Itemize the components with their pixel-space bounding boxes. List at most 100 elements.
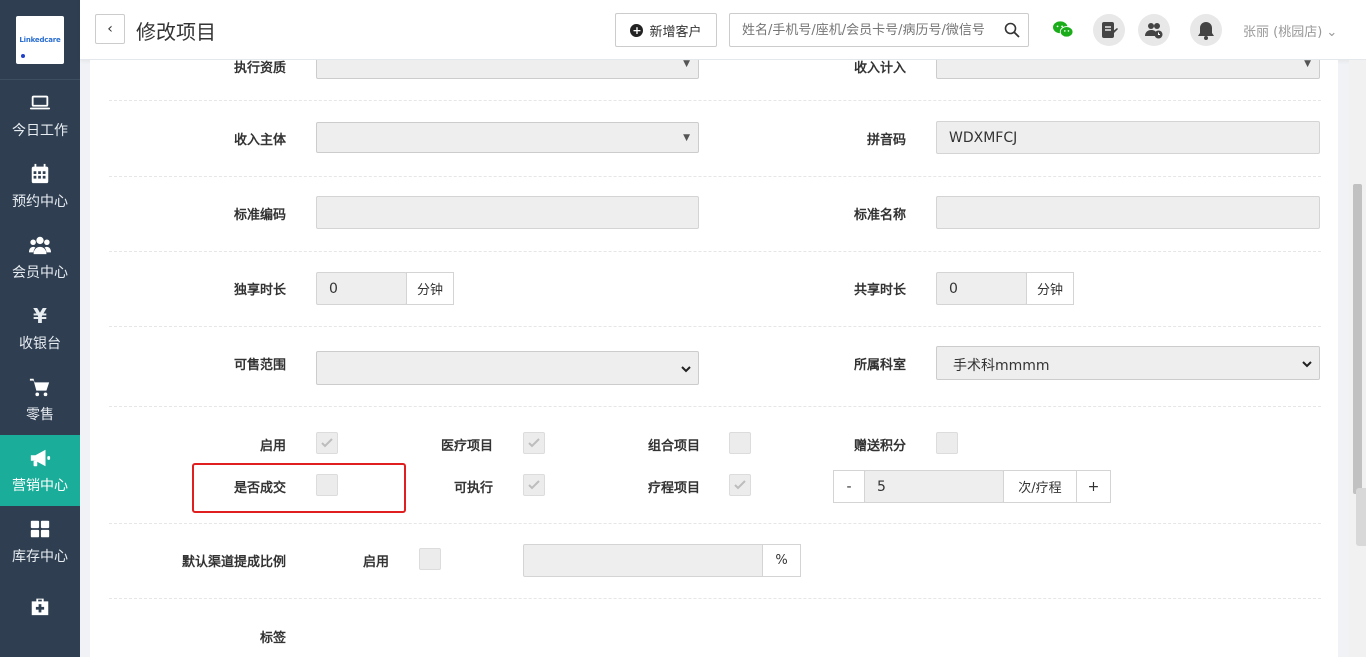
calendar-icon [31, 163, 49, 183]
course-count-minus-button[interactable]: - [833, 470, 865, 503]
form-row-duration: 独享时长 0 分钟 共享时长 0 分钟 [109, 252, 1321, 327]
exclusive-time-label: 独享时长 [233, 283, 286, 298]
highlight-annotation [192, 463, 406, 513]
nav-label: 零售 [26, 406, 54, 423]
dropdown-caret-icon: ▼ [1304, 60, 1311, 69]
search-input[interactable] [730, 14, 1000, 46]
department-label: 所属科室 [853, 358, 906, 373]
medical-item-label: 医疗项目 [440, 439, 493, 454]
income-entity-select[interactable]: ▼ [316, 122, 699, 153]
grid-icon [30, 520, 50, 537]
income-account-label: 收入计入 [853, 61, 906, 76]
logo-container: Linkedcare [0, 0, 80, 80]
channel-enabled-checkbox[interactable] [419, 548, 441, 570]
form-row-tags: 标签 [109, 599, 1321, 657]
nav-item-medical[interactable] [0, 577, 80, 648]
nav-item-cashier[interactable]: ¥ 收银台 [0, 293, 80, 364]
course-count-plus-button[interactable]: + [1076, 470, 1111, 503]
add-customer-label: 新增客户 [649, 24, 702, 40]
logo-text: Linkedcare [19, 35, 61, 44]
plus-circle-icon: + [630, 23, 644, 37]
form-row-scope: 可售范围 所属科室 手术科mmmm [109, 327, 1321, 407]
back-button[interactable]: ‹ [95, 14, 125, 44]
side-handle[interactable] [1356, 488, 1366, 546]
nav-label: 收银台 [19, 335, 61, 352]
search-icon[interactable] [1004, 22, 1020, 38]
std-name-label: 标准名称 [853, 208, 906, 223]
nav-label: 营销中心 [12, 477, 68, 494]
pinyin-label: 拼音码 [866, 133, 906, 148]
dropdown-caret-icon: ▼ [683, 60, 690, 69]
chevron-down-icon [681, 366, 691, 373]
wechat-icon[interactable] [1048, 15, 1078, 45]
income-account-select[interactable]: ▼ [936, 60, 1320, 79]
course-item-label: 疗程项目 [647, 481, 700, 496]
chevron-down-icon [1302, 361, 1312, 368]
nav-item-inventory[interactable]: 库存中心 [0, 506, 80, 577]
dropdown-caret-icon: ▼ [683, 133, 690, 143]
user-menu[interactable]: 张丽 (桃园店) ⌄ [1243, 21, 1337, 40]
course-unit-addon: 次/疗程 [1003, 470, 1077, 503]
check-icon [528, 480, 540, 490]
exec-qualification-label: 执行资质 [233, 61, 286, 76]
std-code-label: 标准编码 [233, 208, 286, 223]
minute-unit-addon: 分钟 [1026, 272, 1074, 305]
vertical-scrollbar[interactable] [1349, 60, 1366, 657]
team-clock-icon[interactable] [1138, 14, 1170, 46]
enabled-checkbox[interactable] [316, 432, 338, 454]
logo[interactable]: Linkedcare [16, 15, 64, 64]
default-channel-label: 默认渠道提成比例 [181, 555, 286, 570]
sale-scope-select[interactable] [316, 351, 699, 385]
course-item-checkbox[interactable] [729, 474, 751, 496]
gift-points-checkbox[interactable] [936, 432, 958, 454]
course-count-input[interactable]: 5 [864, 470, 1004, 503]
cart-icon [29, 378, 50, 396]
logo-dot [21, 53, 25, 58]
form-row-income-entity: 收入主体 ▼ 拼音码 WDXMFCJ [109, 101, 1321, 177]
search-box [729, 13, 1029, 47]
notes-icon[interactable] [1093, 14, 1125, 46]
medkit-icon [31, 598, 49, 616]
enabled-label: 启用 [259, 439, 286, 454]
users-icon [29, 236, 51, 254]
sale-scope-label: 可售范围 [233, 358, 286, 373]
page-title: 修改项目 [136, 20, 216, 44]
executable-label: 可执行 [453, 481, 493, 496]
pinyin-field[interactable]: WDXMFCJ [936, 121, 1320, 154]
shared-time-input[interactable]: 0 [936, 272, 1027, 305]
income-entity-label: 收入主体 [233, 133, 286, 148]
nav-item-appointments[interactable]: 预约中心 [0, 151, 80, 222]
channel-enabled-label: 启用 [362, 555, 389, 570]
form-row-qualification: 执行资质 ▼ 收入计入 ▼ [109, 60, 1321, 101]
check-icon [321, 438, 333, 448]
gift-points-label: 赠送积分 [853, 439, 906, 454]
exec-qualification-select[interactable]: ▼ [316, 60, 699, 79]
scrollbar-thumb[interactable] [1353, 184, 1362, 494]
channel-ratio-input[interactable] [523, 544, 764, 577]
form-row-channel: 默认渠道提成比例 启用 % [109, 524, 1321, 599]
std-code-field[interactable] [316, 196, 699, 229]
add-customer-button[interactable]: + 新增客户 [615, 13, 717, 47]
sidebar: Linkedcare 今日工作 预约中心 会员中心 ¥ 收银台 零售 营销中心 … [0, 0, 80, 657]
exclusive-time-input[interactable]: 0 [316, 272, 407, 305]
form-container: 执行资质 ▼ 收入计入 ▼ 收入主体 ▼ 拼音码 WDXMFCJ 标准编码 标准… [90, 60, 1338, 657]
top-header: ‹ 修改项目 + 新增客户 张丽 (桃园店) ⌄ [80, 0, 1366, 60]
combo-item-label: 组合项目 [647, 439, 700, 454]
combo-item-checkbox[interactable] [729, 432, 751, 454]
nav-label: 库存中心 [12, 548, 68, 565]
nav-item-today-work[interactable]: 今日工作 [0, 80, 80, 151]
medical-item-checkbox[interactable] [523, 432, 545, 454]
nav-label: 会员中心 [12, 264, 68, 281]
bell-icon[interactable] [1190, 14, 1222, 46]
nav-item-retail[interactable]: 零售 [0, 364, 80, 435]
megaphone-icon [30, 449, 51, 466]
nav-label: 今日工作 [12, 122, 68, 139]
shared-time-label: 共享时长 [853, 283, 906, 298]
department-value: 手术科mmmm [953, 358, 1050, 374]
minute-unit-addon: 分钟 [406, 272, 454, 305]
executable-checkbox[interactable] [523, 474, 545, 496]
std-name-field[interactable] [936, 196, 1320, 229]
nav-item-marketing[interactable]: 营销中心 [0, 435, 80, 506]
department-select[interactable]: 手术科mmmm [936, 346, 1320, 380]
nav-item-members[interactable]: 会员中心 [0, 222, 80, 293]
